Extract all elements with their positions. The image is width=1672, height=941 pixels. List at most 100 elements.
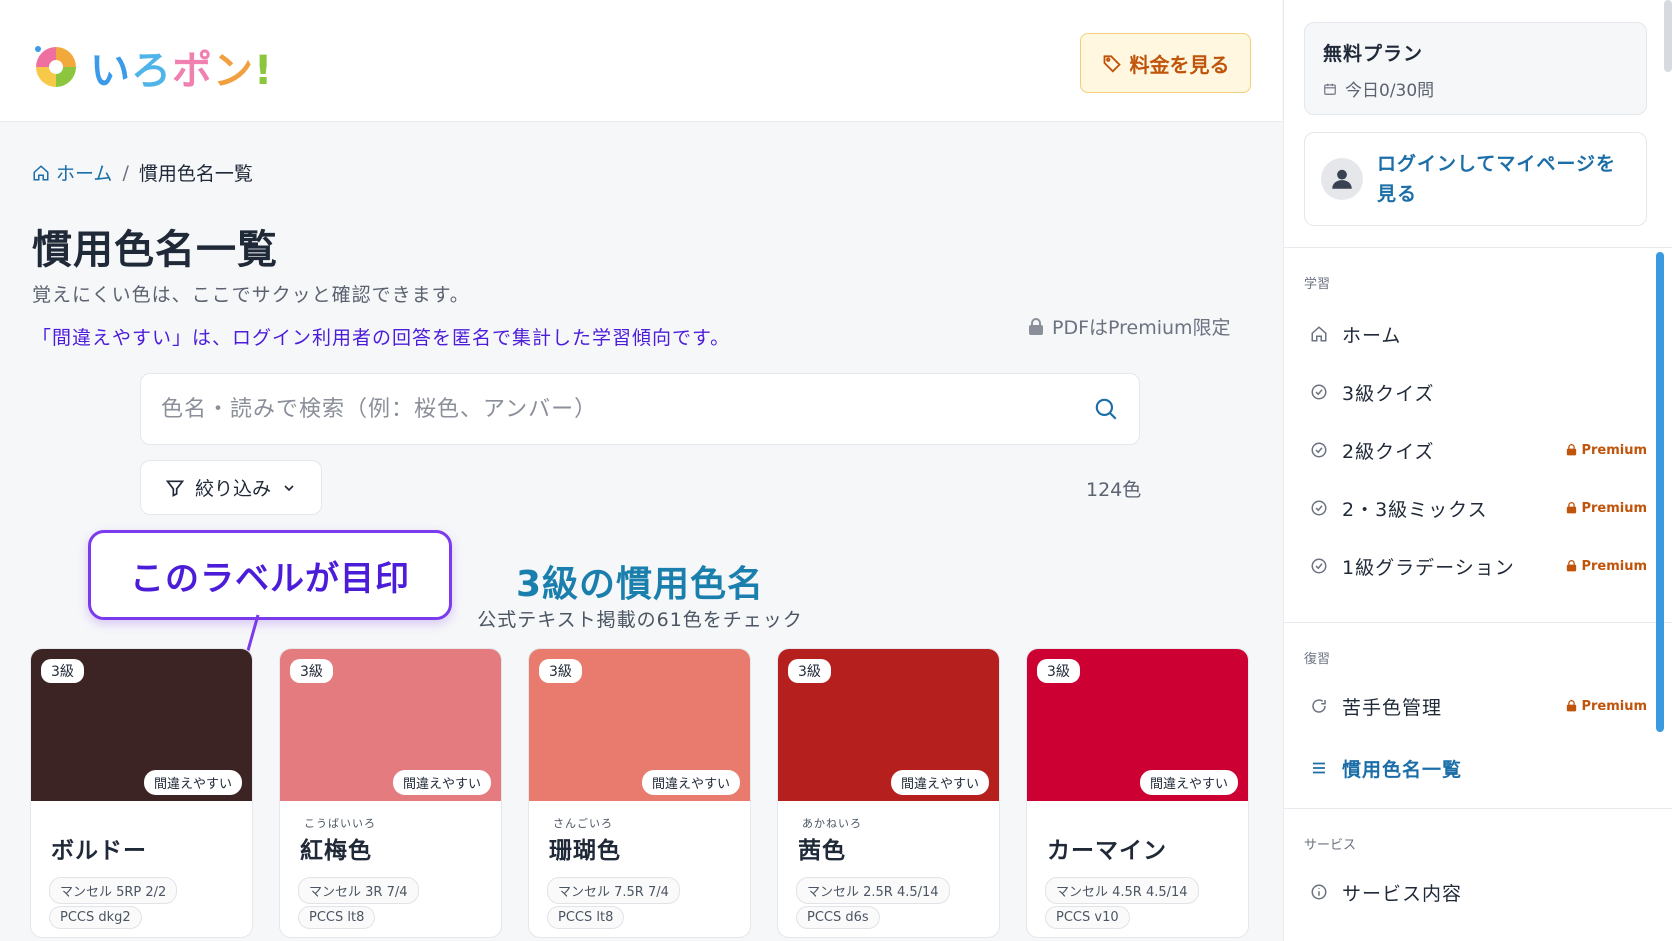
app-logo[interactable]: いろポン! — [32, 38, 273, 96]
plan-name: 無料プラン — [1323, 43, 1424, 65]
refresh-icon — [1312, 699, 1326, 713]
mistake-badge: 間違えやすい — [890, 770, 989, 795]
lock-icon — [1029, 317, 1043, 335]
sidebar-divider — [1284, 247, 1672, 248]
color-name: カーマイン — [1047, 838, 1167, 864]
card-body: あかねいろ 茜色 マンセル 2.5R 4.5/14 PCCS d6s — [778, 801, 999, 937]
munsell-tag: マンセル 2.5R 4.5/14 — [796, 877, 950, 904]
search-input[interactable] — [161, 396, 1093, 422]
premium-badge: Premium — [1566, 559, 1647, 574]
pccs-tag: PCCS lt8 — [547, 906, 625, 929]
login-mypage-link[interactable]: ログインしてマイページを 見る — [1304, 132, 1647, 226]
grade-badge: 3級 — [41, 659, 84, 683]
color-swatch: 3級 間違えやすい — [280, 649, 501, 801]
nav-item-grade3-quiz[interactable]: 3級クイズ — [1304, 370, 1647, 414]
breadcrumb: ホーム / 慣用色名一覧 — [32, 159, 253, 186]
logo-text: いろポン! — [90, 38, 273, 96]
color-reading: あかねいろ — [802, 817, 862, 830]
search-box — [140, 373, 1140, 445]
check-circle-icon — [1311, 500, 1327, 516]
lock-icon — [1567, 502, 1577, 514]
nav-item-label: 2級クイズ — [1342, 440, 1435, 463]
color-swatch: 3級 間違えやすい — [1027, 649, 1248, 801]
nav-item-color-name-list[interactable]: 慣用色名一覧 — [1304, 746, 1647, 790]
card-body: こうばいいろ 紅梅色 マンセル 3R 7/4 PCCS lt8 — [280, 801, 501, 937]
nav-item-service-info[interactable]: サービス内容 — [1304, 870, 1647, 914]
section-title: 3級の慣用色名 — [515, 564, 765, 605]
home-icon — [33, 164, 49, 180]
info-icon — [1311, 884, 1327, 900]
nav-item-label: サービス内容 — [1342, 882, 1463, 905]
color-swatch: 3級 間違えやすい — [778, 649, 999, 801]
sidebar-divider — [1284, 622, 1672, 623]
sidebar-scrollbar[interactable] — [1656, 252, 1664, 732]
logo-char: ろ — [131, 48, 172, 94]
pdf-premium-label: PDFはPremium限定 — [1052, 317, 1231, 339]
logo-char: ン — [213, 48, 254, 94]
logo-mark-icon — [35, 46, 76, 87]
pccs-tag: PCCS lt8 — [298, 906, 376, 929]
color-swatch: 3級 間違えやすい — [529, 649, 750, 801]
nav-section-review: 復習 — [1304, 652, 1331, 667]
card-body: ボルドー マンセル 5RP 2/2 PCCS dkg2 — [31, 801, 252, 937]
color-card[interactable]: 3級 間違えやすい ボルドー マンセル 5RP 2/2 PCCS dkg2 — [30, 648, 253, 938]
mistake-badge: 間違えやすい — [143, 770, 242, 795]
grade-badge: 3級 — [290, 659, 333, 683]
nav-item-grade1-gradation[interactable]: 1級グラデーション Premium — [1304, 544, 1647, 588]
breadcrumb-current: 慣用色名一覧 — [138, 163, 253, 185]
color-name: ボルドー — [51, 838, 147, 864]
top-bar: いろポン! 料金を見る — [0, 0, 1282, 122]
result-count: 124色 — [1086, 479, 1142, 501]
nav-item-grade2-quiz[interactable]: 2級クイズ Premium — [1304, 428, 1647, 472]
color-card[interactable]: 3級 間違えやすい こうばいいろ 紅梅色 マンセル 3R 7/4 PCCS lt… — [279, 648, 502, 938]
nav-section-study: 学習 — [1304, 277, 1331, 292]
nav-item-label: 2・3級ミックス — [1342, 498, 1488, 521]
page-description: 覚えにくい色は、ここでサクッと確認できます。 — [32, 284, 470, 306]
view-pricing-label: 料金を見る — [1129, 52, 1230, 77]
breadcrumb-separator: / — [122, 161, 129, 184]
logo-char: い — [90, 48, 131, 94]
mistake-badge: 間違えやすい — [392, 770, 491, 795]
page-scrollbar[interactable] — [1664, 0, 1672, 72]
view-pricing-button[interactable]: 料金を見る — [1080, 33, 1251, 93]
calendar-icon — [1324, 83, 1336, 95]
breadcrumb-home-link[interactable]: ホーム — [32, 159, 112, 186]
nav-item-label: 苦手色管理 — [1342, 696, 1443, 719]
search-icon[interactable] — [1093, 396, 1119, 422]
mistake-badge: 間違えやすい — [641, 770, 740, 795]
premium-badge: Premium — [1566, 699, 1647, 714]
filter-label: 絞り込み — [194, 478, 271, 500]
logo-char: ! — [254, 48, 274, 94]
munsell-tag: マンセル 5RP 2/2 — [49, 877, 178, 904]
tag-icon — [1103, 55, 1121, 73]
grade-badge: 3級 — [1037, 659, 1080, 683]
nav-item-home[interactable]: ホーム — [1304, 312, 1647, 356]
color-card[interactable]: 3級 間違えやすい あかねいろ 茜色 マンセル 2.5R 4.5/14 PCCS… — [777, 648, 1000, 938]
user-avatar-icon — [1321, 158, 1363, 200]
grade-badge: 3級 — [539, 659, 582, 683]
color-card[interactable]: 3級 間違えやすい さんごいろ 珊瑚色 マンセル 7.5R 7/4 PCCS l… — [528, 648, 751, 938]
color-name: 珊瑚色 — [549, 838, 621, 864]
nav-item-grade23-mix[interactable]: 2・3級ミックス Premium — [1304, 486, 1647, 530]
premium-label: Premium — [1581, 442, 1647, 458]
nav-item-label: ホーム — [1342, 324, 1402, 347]
color-reading: こうばいいろ — [304, 817, 376, 830]
breadcrumb-home-label: ホーム — [56, 163, 113, 185]
pccs-tag: PCCS v10 — [1045, 906, 1130, 929]
filter-icon — [165, 480, 185, 497]
mistake-notice: 「間違えやすい」は、ログイン利用者の回答を匿名で集計した学習傾向です。 — [32, 327, 731, 349]
nav-item-weak-colors[interactable]: 苦手色管理 Premium — [1304, 684, 1647, 728]
label-callout: このラベルが目印 — [88, 530, 452, 620]
color-name: 紅梅色 — [300, 838, 372, 864]
lock-icon — [1567, 700, 1577, 712]
mistake-badge: 間違えやすい — [1139, 770, 1238, 795]
premium-label: Premium — [1581, 558, 1647, 574]
filter-button[interactable]: 絞り込み — [140, 460, 322, 515]
color-card[interactable]: 3級 間違えやすい カーマイン マンセル 4.5R 4.5/14 PCCS v1… — [1026, 648, 1249, 938]
sidebar-divider — [1284, 808, 1672, 809]
plan-card: 無料プラン 今日0/30問 — [1304, 22, 1647, 115]
pdf-premium-notice: PDFはPremium限定 — [1028, 313, 1231, 340]
page-title: 慣用色名一覧 — [32, 227, 278, 273]
nav-section-service: サービス — [1304, 838, 1357, 853]
grade-badge: 3級 — [788, 659, 831, 683]
